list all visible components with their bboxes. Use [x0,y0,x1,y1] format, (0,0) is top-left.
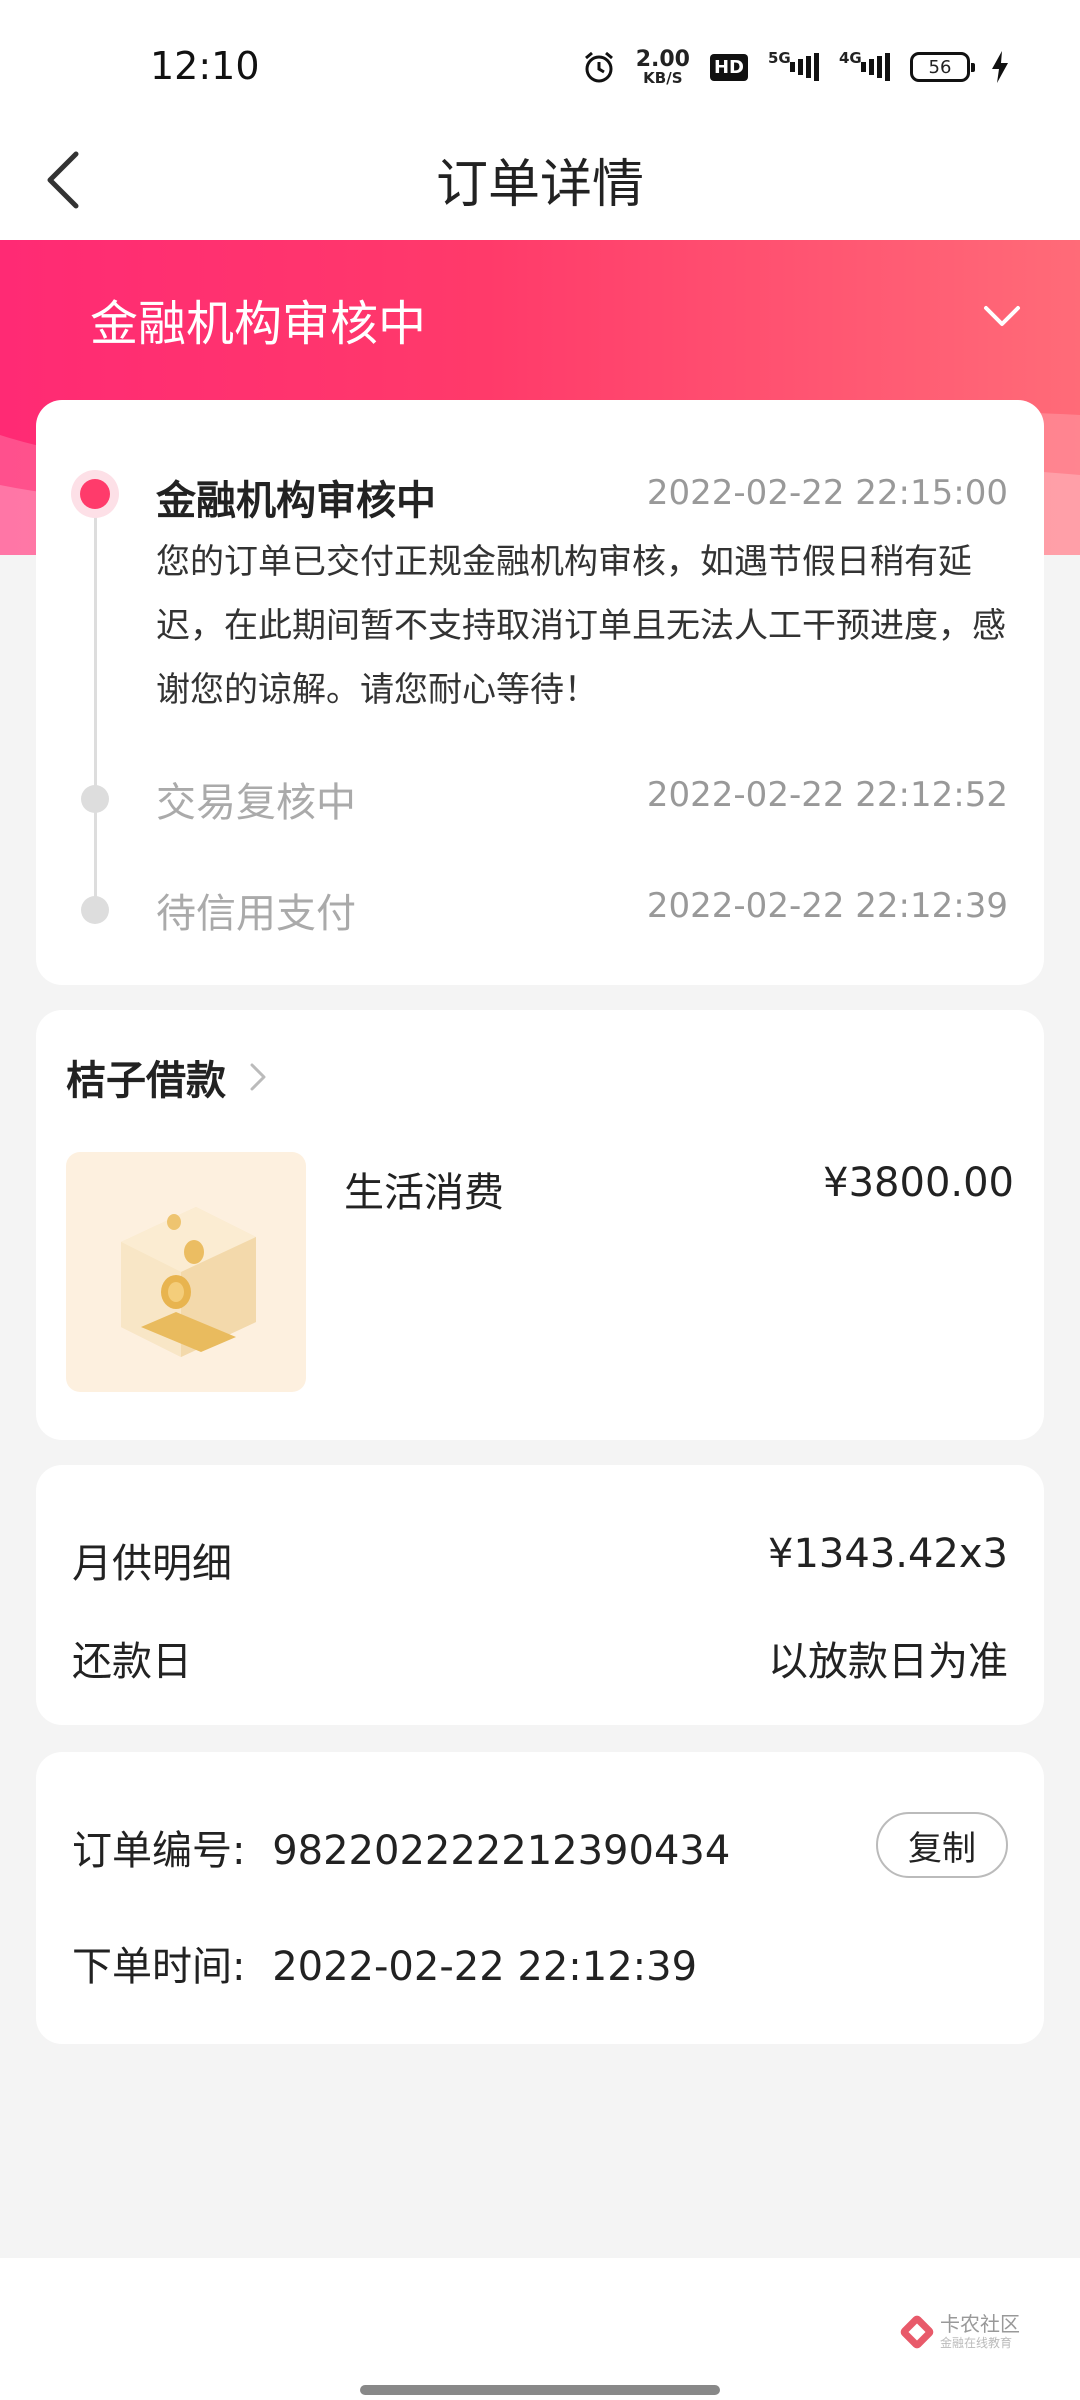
timeline-item-title: 待信用支付 [156,891,356,937]
net-speed: 2.00 KB/S [635,46,690,87]
watermark-text: 卡农社区 [940,2312,1020,2336]
signal-icon: 5G [768,49,819,81]
signal-icon: 4G [839,49,890,81]
charging-icon [990,50,1010,84]
copy-button[interactable]: 复制 [876,1812,1008,1878]
order-status-title: 金融机构审核中 [90,296,427,352]
order-time-label: 下单时间: [72,1944,246,1990]
merchant-link[interactable]: 桔子借款 [66,1048,272,1106]
timeline-dot [81,785,109,813]
timeline-item-time: 2022-02-22 22:15:00 [646,473,1008,513]
status-bar: 12:10 2.00 KB/S HD 5G 4G 56 [0,0,1080,120]
order-info-card: 订单编号: 982202222212390434 复制 下单时间: 2022-0… [36,1752,1044,2044]
order-number-row: 订单编号: 982202222212390434 [72,1818,730,1876]
home-indicator[interactable] [360,2385,720,2395]
watermark: 卡农社区 金融在线教育 [900,2314,1020,2349]
product-name: 生活消费 [344,1170,504,1216]
order-time-row: 下单时间: 2022-02-22 22:12:39 [72,1934,697,1992]
timeline-dot [81,896,109,924]
watermark-logo-icon [900,2315,934,2348]
timeline-item-title: 交易复核中 [156,780,356,826]
due-date-label: 还款日 [72,1639,192,1685]
timeline-item-time: 2022-02-22 22:12:52 [646,775,1008,815]
page-title: 订单详情 [435,155,644,215]
expand-toggle[interactable] [976,290,1028,342]
alarm-icon [582,50,616,84]
due-date-value: 以放款日为准 [768,1639,1008,1685]
timeline-item-description: 您的订单已交付正规金融机构审核，如遇节假日稍有延迟，在此期间暂不支持取消订单且无… [156,542,1006,710]
coin-box-icon [121,1207,256,1357]
product-card: 桔子借款 生活消费 ¥3800.00 [36,1010,1044,1440]
chevron-right-icon [250,1063,266,1091]
timeline-dot-active [80,479,110,509]
product-price: ¥3800.00 [823,1160,1014,1206]
order-time-value: 2022-02-22 22:12:39 [272,1944,698,1990]
order-number-value: 982202222212390434 [272,1828,731,1874]
merchant-name: 桔子借款 [66,1058,226,1104]
order-number-label: 订单编号: [72,1828,246,1874]
timeline-line [94,495,97,910]
product-image [66,1152,306,1392]
watermark-subtext: 金融在线教育 [940,2336,1013,2350]
hd-icon: HD [709,53,748,81]
timeline-item-title: 金融机构审核中 [156,478,436,524]
battery-icon: 56 [910,52,975,82]
monthly-payment-label: 月供明细 [72,1541,232,1587]
status-time: 12:10 [150,44,260,88]
timeline-item-time: 2022-02-22 22:12:39 [646,886,1008,926]
status-icons: 2.00 KB/S HD 5G 4G 56 [582,44,1010,90]
repayment-card: 月供明细 ¥1343.42x3 还款日 以放款日为准 [36,1465,1044,1725]
navigation-header: 订单详情 [0,120,1080,240]
monthly-payment-value: ¥1343.42x3 [768,1531,1008,1577]
bottom-area: 卡农社区 金融在线教育 [0,2258,1080,2400]
chevron-down-icon [984,306,1020,326]
order-timeline-card: 金融机构审核中 2022-02-22 22:15:00 您的订单已交付正规金融机… [36,400,1044,985]
